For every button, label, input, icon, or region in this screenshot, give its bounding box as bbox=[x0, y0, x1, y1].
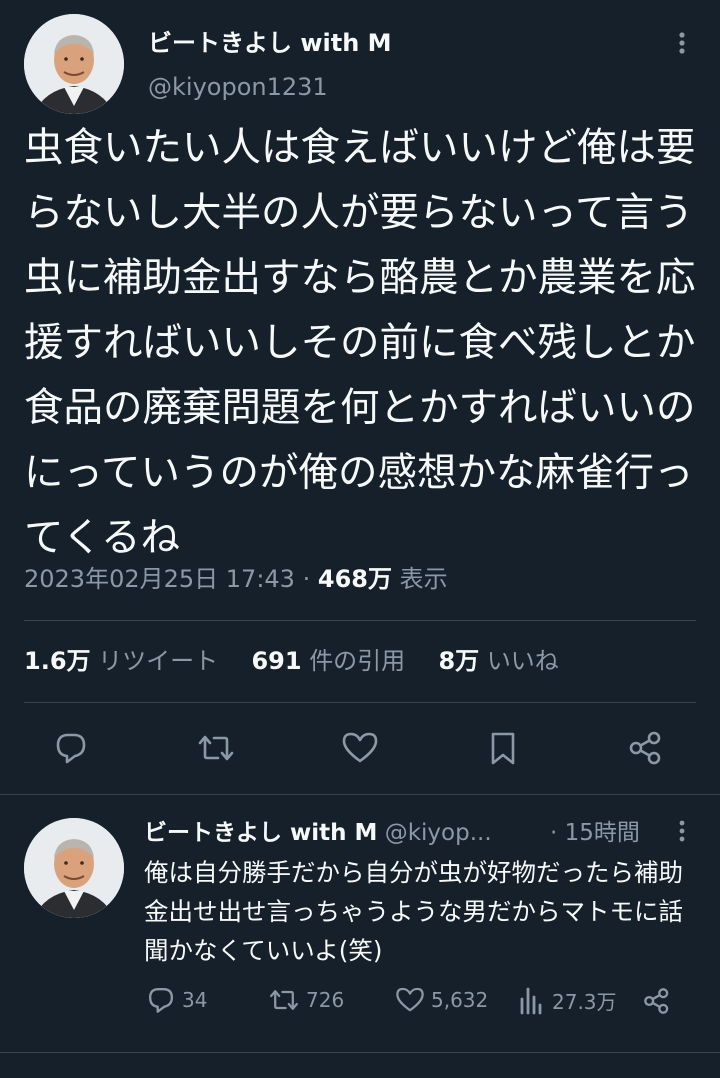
reply-header: ビートきよし with M @kiyop... bbox=[144, 816, 492, 850]
retweet-icon[interactable] bbox=[196, 730, 236, 766]
reply-author-avatar[interactable] bbox=[24, 818, 124, 918]
reply-time-group: · 15時間 bbox=[550, 816, 640, 850]
meta-separator: · bbox=[302, 565, 311, 593]
views-count: 468万 bbox=[317, 565, 392, 593]
reply-like-action[interactable]: 5,632 bbox=[395, 985, 488, 1015]
views-label: 表示 bbox=[399, 565, 448, 593]
retweets-count: 1.6万 bbox=[24, 647, 91, 675]
tweet-text: 虫食いたい人は食えばいいけど俺は要らないし大半の人が要らないって言う虫に補助金出… bbox=[24, 125, 696, 561]
divider bbox=[24, 702, 696, 703]
reply-text: 俺は自分勝手だから自分が虫が好物だったら補助金出せ出せ言っちゃうような男だからマ… bbox=[144, 858, 683, 965]
retweets-label: リツイート bbox=[98, 647, 219, 675]
quotes-label: 件の引用 bbox=[309, 647, 406, 675]
reply-icon bbox=[149, 988, 173, 1013]
tweet-timestamp[interactable]: 2023年02月25日 17:43 bbox=[24, 565, 295, 593]
retweets-stat[interactable]: 1.6万 リツイート bbox=[24, 647, 226, 675]
share-icon[interactable] bbox=[642, 987, 672, 1015]
tweet-meta: 2023年02月25日 17:43 · 468万 表示 bbox=[24, 562, 448, 596]
reply-retweet-action[interactable]: 726 bbox=[268, 985, 344, 1015]
reply-likes-count: 5,632 bbox=[431, 988, 489, 1012]
reply-reply-action[interactable]: 34 bbox=[146, 985, 207, 1015]
bottom-divider bbox=[0, 1052, 720, 1053]
reply-views-action[interactable]: 27.3万 bbox=[518, 985, 617, 1015]
tweet-stats: 1.6万 リツイート 691 件の引用 8万 いいね bbox=[24, 644, 559, 678]
author-name[interactable]: ビートきよし with M bbox=[148, 26, 392, 60]
quotes-stat[interactable]: 691 件の引用 bbox=[251, 647, 412, 675]
views-icon bbox=[520, 987, 542, 1015]
reply-replies-count: 34 bbox=[182, 988, 208, 1012]
reply-author-handle[interactable]: @kiyop... bbox=[385, 820, 492, 846]
author-handle[interactable]: @kiyopon1231 bbox=[148, 70, 328, 104]
bookmark-icon[interactable] bbox=[488, 730, 518, 766]
reply-time[interactable]: 15時間 bbox=[565, 820, 640, 846]
reply-more-icon[interactable] bbox=[670, 818, 694, 846]
likes-stat[interactable]: 8万 いいね bbox=[438, 647, 558, 675]
section-divider bbox=[0, 794, 720, 795]
divider bbox=[24, 620, 696, 621]
more-vertical-icon[interactable] bbox=[670, 30, 694, 58]
quotes-count: 691 bbox=[251, 647, 302, 675]
like-icon[interactable] bbox=[341, 730, 379, 766]
retweet-icon bbox=[270, 990, 298, 1010]
share-icon[interactable] bbox=[627, 730, 665, 766]
author-avatar[interactable] bbox=[24, 14, 124, 114]
likes-label: いいね bbox=[486, 647, 559, 675]
like-icon bbox=[396, 987, 424, 1012]
reply-author-name[interactable]: ビートきよし with M bbox=[144, 820, 377, 846]
reply-retweets-count: 726 bbox=[306, 988, 345, 1012]
likes-count: 8万 bbox=[438, 647, 480, 675]
reply-separator: · bbox=[550, 820, 558, 846]
reply-icon[interactable] bbox=[53, 730, 89, 766]
reply-views-count: 27.3万 bbox=[552, 989, 617, 1014]
